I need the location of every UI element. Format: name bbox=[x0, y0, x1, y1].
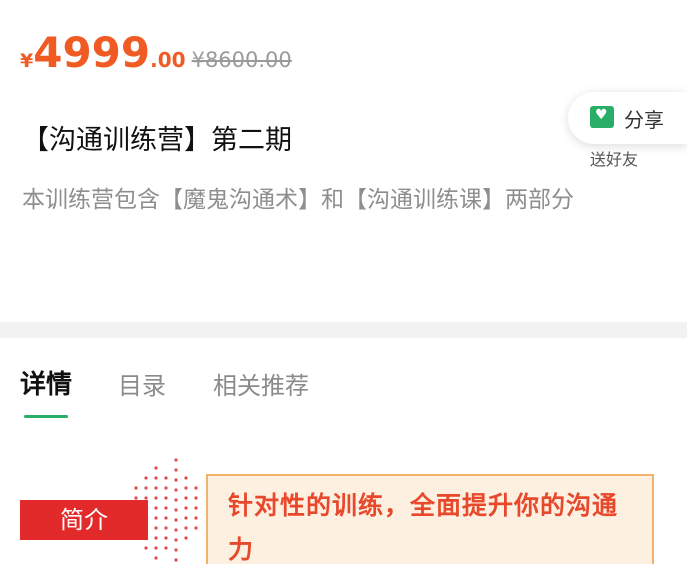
price-integer: 4999 bbox=[33, 28, 151, 77]
tab-catalog[interactable]: 目录 bbox=[118, 366, 166, 401]
active-tab-indicator bbox=[24, 415, 68, 418]
price-row: ¥4999.00 ¥8600.00 bbox=[20, 28, 292, 77]
price-decimal: .00 bbox=[150, 48, 186, 72]
gift-icon bbox=[590, 106, 614, 128]
share-label: 分享 bbox=[624, 108, 664, 132]
intro-badge: 简介 bbox=[20, 500, 148, 540]
section-divider bbox=[0, 322, 687, 338]
course-subtitle: 本训练营包含【魔鬼沟通术】和【沟通训练课】两部分 bbox=[22, 187, 574, 213]
tab-recommended[interactable]: 相关推荐 bbox=[213, 366, 309, 401]
intro-text-box: 针对性的训练，全面提升你的沟通力 bbox=[206, 474, 654, 564]
tab-details[interactable]: 详情 bbox=[20, 364, 72, 401]
share-button[interactable]: 分享 bbox=[568, 92, 687, 144]
course-title: 【沟通训练营】第二期 bbox=[22, 125, 292, 156]
course-info-card: ¥4999.00 ¥8600.00 【沟通训练营】第二期 本训练营包含【魔鬼沟通术… bbox=[0, 0, 687, 322]
price-currency: ¥ bbox=[20, 50, 34, 72]
share-sub-label: 送好友 bbox=[590, 150, 639, 169]
original-price: ¥8600.00 bbox=[191, 48, 292, 72]
intro-text: 针对性的训练，全面提升你的沟通力 bbox=[228, 491, 619, 564]
detail-tabs: 详情 目录 相关推荐 bbox=[0, 338, 687, 428]
intro-banner: 简介 针对性的训练，全面提升你的沟通力 bbox=[0, 440, 687, 564]
